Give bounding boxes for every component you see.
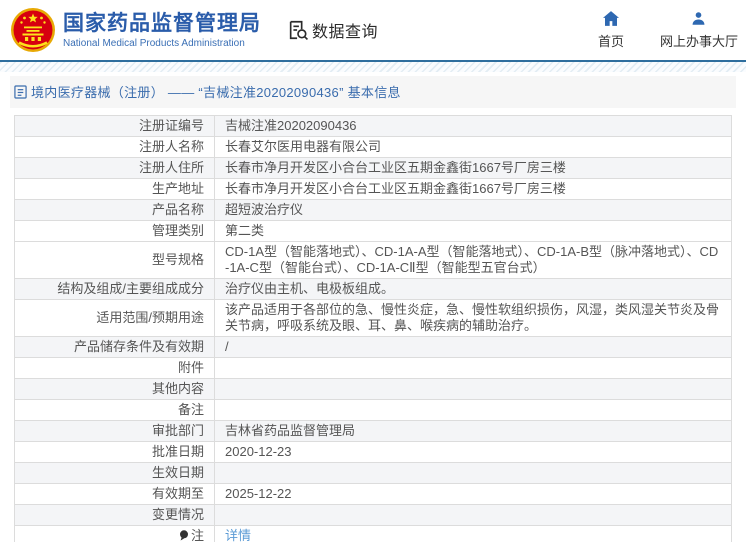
row-value: 吉林省药品监督管理局: [214, 420, 732, 442]
row-label: 注册人住所: [14, 157, 215, 179]
info-table: 注册证编号 吉械注准20202090436 注册人名称 长春艾尔医用电器有限公司 注册人…: [14, 115, 732, 542]
row-value: 第二类: [214, 220, 732, 242]
nav-service-hall-label: 网上办事大厅: [659, 33, 738, 49]
table-row: 批准日期 2020-12-23: [14, 441, 732, 463]
row-label: 管理类别: [14, 220, 215, 242]
site-header: 国家药品监督管理局 National Medical Products Admi…: [0, 0, 746, 60]
brand-logo[interactable]: 国家药品监督管理局 National Medical Products Admi…: [10, 7, 261, 53]
detail-link[interactable]: 详情: [225, 528, 251, 542]
table-row: 生效日期: [14, 462, 732, 484]
row-value: /: [214, 336, 732, 358]
row-value: 治疗仪由主机、电极板组成。: [214, 278, 732, 300]
info-table-body: 注册证编号 吉械注准20202090436 注册人名称 长春艾尔医用电器有限公司 注册人…: [14, 115, 732, 542]
row-value: 详情: [214, 525, 732, 542]
home-icon: [602, 10, 619, 26]
nav-home-label: 首页: [597, 33, 624, 49]
table-row: 变更情况: [14, 504, 732, 526]
table-row: 注册人住所 长春市净月开发区小合台工业区五期金鑫街1667号厂房三楼: [14, 157, 732, 179]
row-label: 注册证编号: [14, 115, 215, 137]
row-label: 型号规格: [14, 241, 215, 279]
agency-subtitle: National Medical Products Administration: [63, 37, 245, 49]
row-value: CD-1A型（智能落地式）、CD-1A-A型（智能落地式）、CD-1A-B型（脉…: [214, 241, 732, 279]
row-value: 长春艾尔医用电器有限公司: [214, 136, 732, 158]
row-label: 有效期至: [14, 483, 215, 505]
row-label: 批准日期: [14, 441, 215, 463]
table-row: 生产地址 长春市净月开发区小合台工业区五期金鑫街1667号厂房三楼: [14, 178, 732, 200]
table-row: 其他内容: [14, 378, 732, 400]
nav-data-query[interactable]: 数据查询: [287, 18, 378, 42]
table-row: 适用范围/预期用途 该产品适用于各部位的急、慢性炎症，急、慢性软组织损伤，风湿，类…: [14, 299, 732, 337]
row-value: 长春市净月开发区小合台工业区五期金鑫街1667号厂房三楼: [214, 157, 732, 179]
row-label: 产品储存条件及有效期: [14, 336, 215, 358]
row-label: 附件: [14, 357, 215, 379]
row-label: 生产地址: [14, 178, 215, 200]
document-search-icon: [289, 20, 309, 41]
row-value: [214, 504, 732, 526]
row-label: 变更情况: [14, 504, 215, 526]
data-query-label: 数据查询: [312, 24, 379, 41]
brand-text: 国家药品监督管理局 National Medical Products Admi…: [63, 11, 261, 50]
table-row: 注册人名称 长春艾尔医用电器有限公司: [14, 136, 732, 158]
note-icon: [179, 530, 188, 541]
row-value: 长春市净月开发区小合台工业区五期金鑫街1667号厂房三楼: [214, 178, 732, 200]
row-label: 注册人名称: [14, 136, 215, 158]
row-value: 2020-12-23: [214, 441, 732, 463]
row-value: [214, 357, 732, 379]
row-label: 结构及组成/主要组成成分: [14, 278, 215, 300]
breadcrumb-text: 境内医疗器械（注册） —— “吉械注准20202090436” 基本信息: [31, 85, 401, 100]
row-value: [214, 378, 732, 400]
table-row: 产品名称 超短波治疗仪: [14, 199, 732, 221]
row-value: 2025-12-22: [214, 483, 732, 505]
row-label: 审批部门: [14, 420, 215, 442]
row-label: 生效日期: [14, 462, 215, 484]
row-label: 产品名称: [14, 199, 215, 221]
national-emblem-icon: [11, 8, 55, 52]
document-icon: [14, 84, 27, 99]
row-label: 适用范围/预期用途: [14, 299, 215, 337]
row-value: 该产品适用于各部位的急、慢性炎症，急、慢性软组织损伤，风湿，类风湿关节炎及骨关节…: [214, 299, 732, 337]
table-row: 审批部门 吉林省药品监督管理局: [14, 420, 732, 442]
table-row: 管理类别 第二类: [14, 220, 732, 242]
nav-service-hall[interactable]: 网上办事大厅: [660, 11, 738, 50]
page: 国家药品监督管理局 National Medical Products Admi…: [0, 0, 746, 542]
table-row: 有效期至 2025-12-22: [14, 483, 732, 505]
person-icon: [693, 11, 705, 25]
table-row: 结构及组成/主要组成成分 治疗仪由主机、电极板组成。: [14, 278, 732, 300]
table-row: 注详情: [14, 525, 732, 542]
table-row: 注册证编号 吉械注准20202090436: [14, 115, 732, 137]
row-value: 超短波治疗仪: [214, 199, 732, 221]
breadcrumb: 境内医疗器械（注册） —— “吉械注准20202090436” 基本信息: [10, 76, 736, 108]
row-value: [214, 399, 732, 421]
table-row: 备注: [14, 399, 732, 421]
row-label: 注: [14, 525, 215, 542]
row-value: 吉械注准20202090436: [214, 115, 732, 137]
table-row: 附件: [14, 357, 732, 379]
row-label: 其他内容: [14, 378, 215, 400]
row-value: [214, 462, 732, 484]
table-row: 型号规格 CD-1A型（智能落地式）、CD-1A-A型（智能落地式）、CD-1A-…: [14, 241, 732, 279]
decorative-stripe: [0, 60, 746, 72]
agency-title: 国家药品监督管理局: [63, 11, 261, 35]
nav-home[interactable]: 首页: [597, 10, 624, 50]
row-label: 备注: [14, 399, 215, 421]
table-row: 产品储存条件及有效期 /: [14, 336, 732, 358]
